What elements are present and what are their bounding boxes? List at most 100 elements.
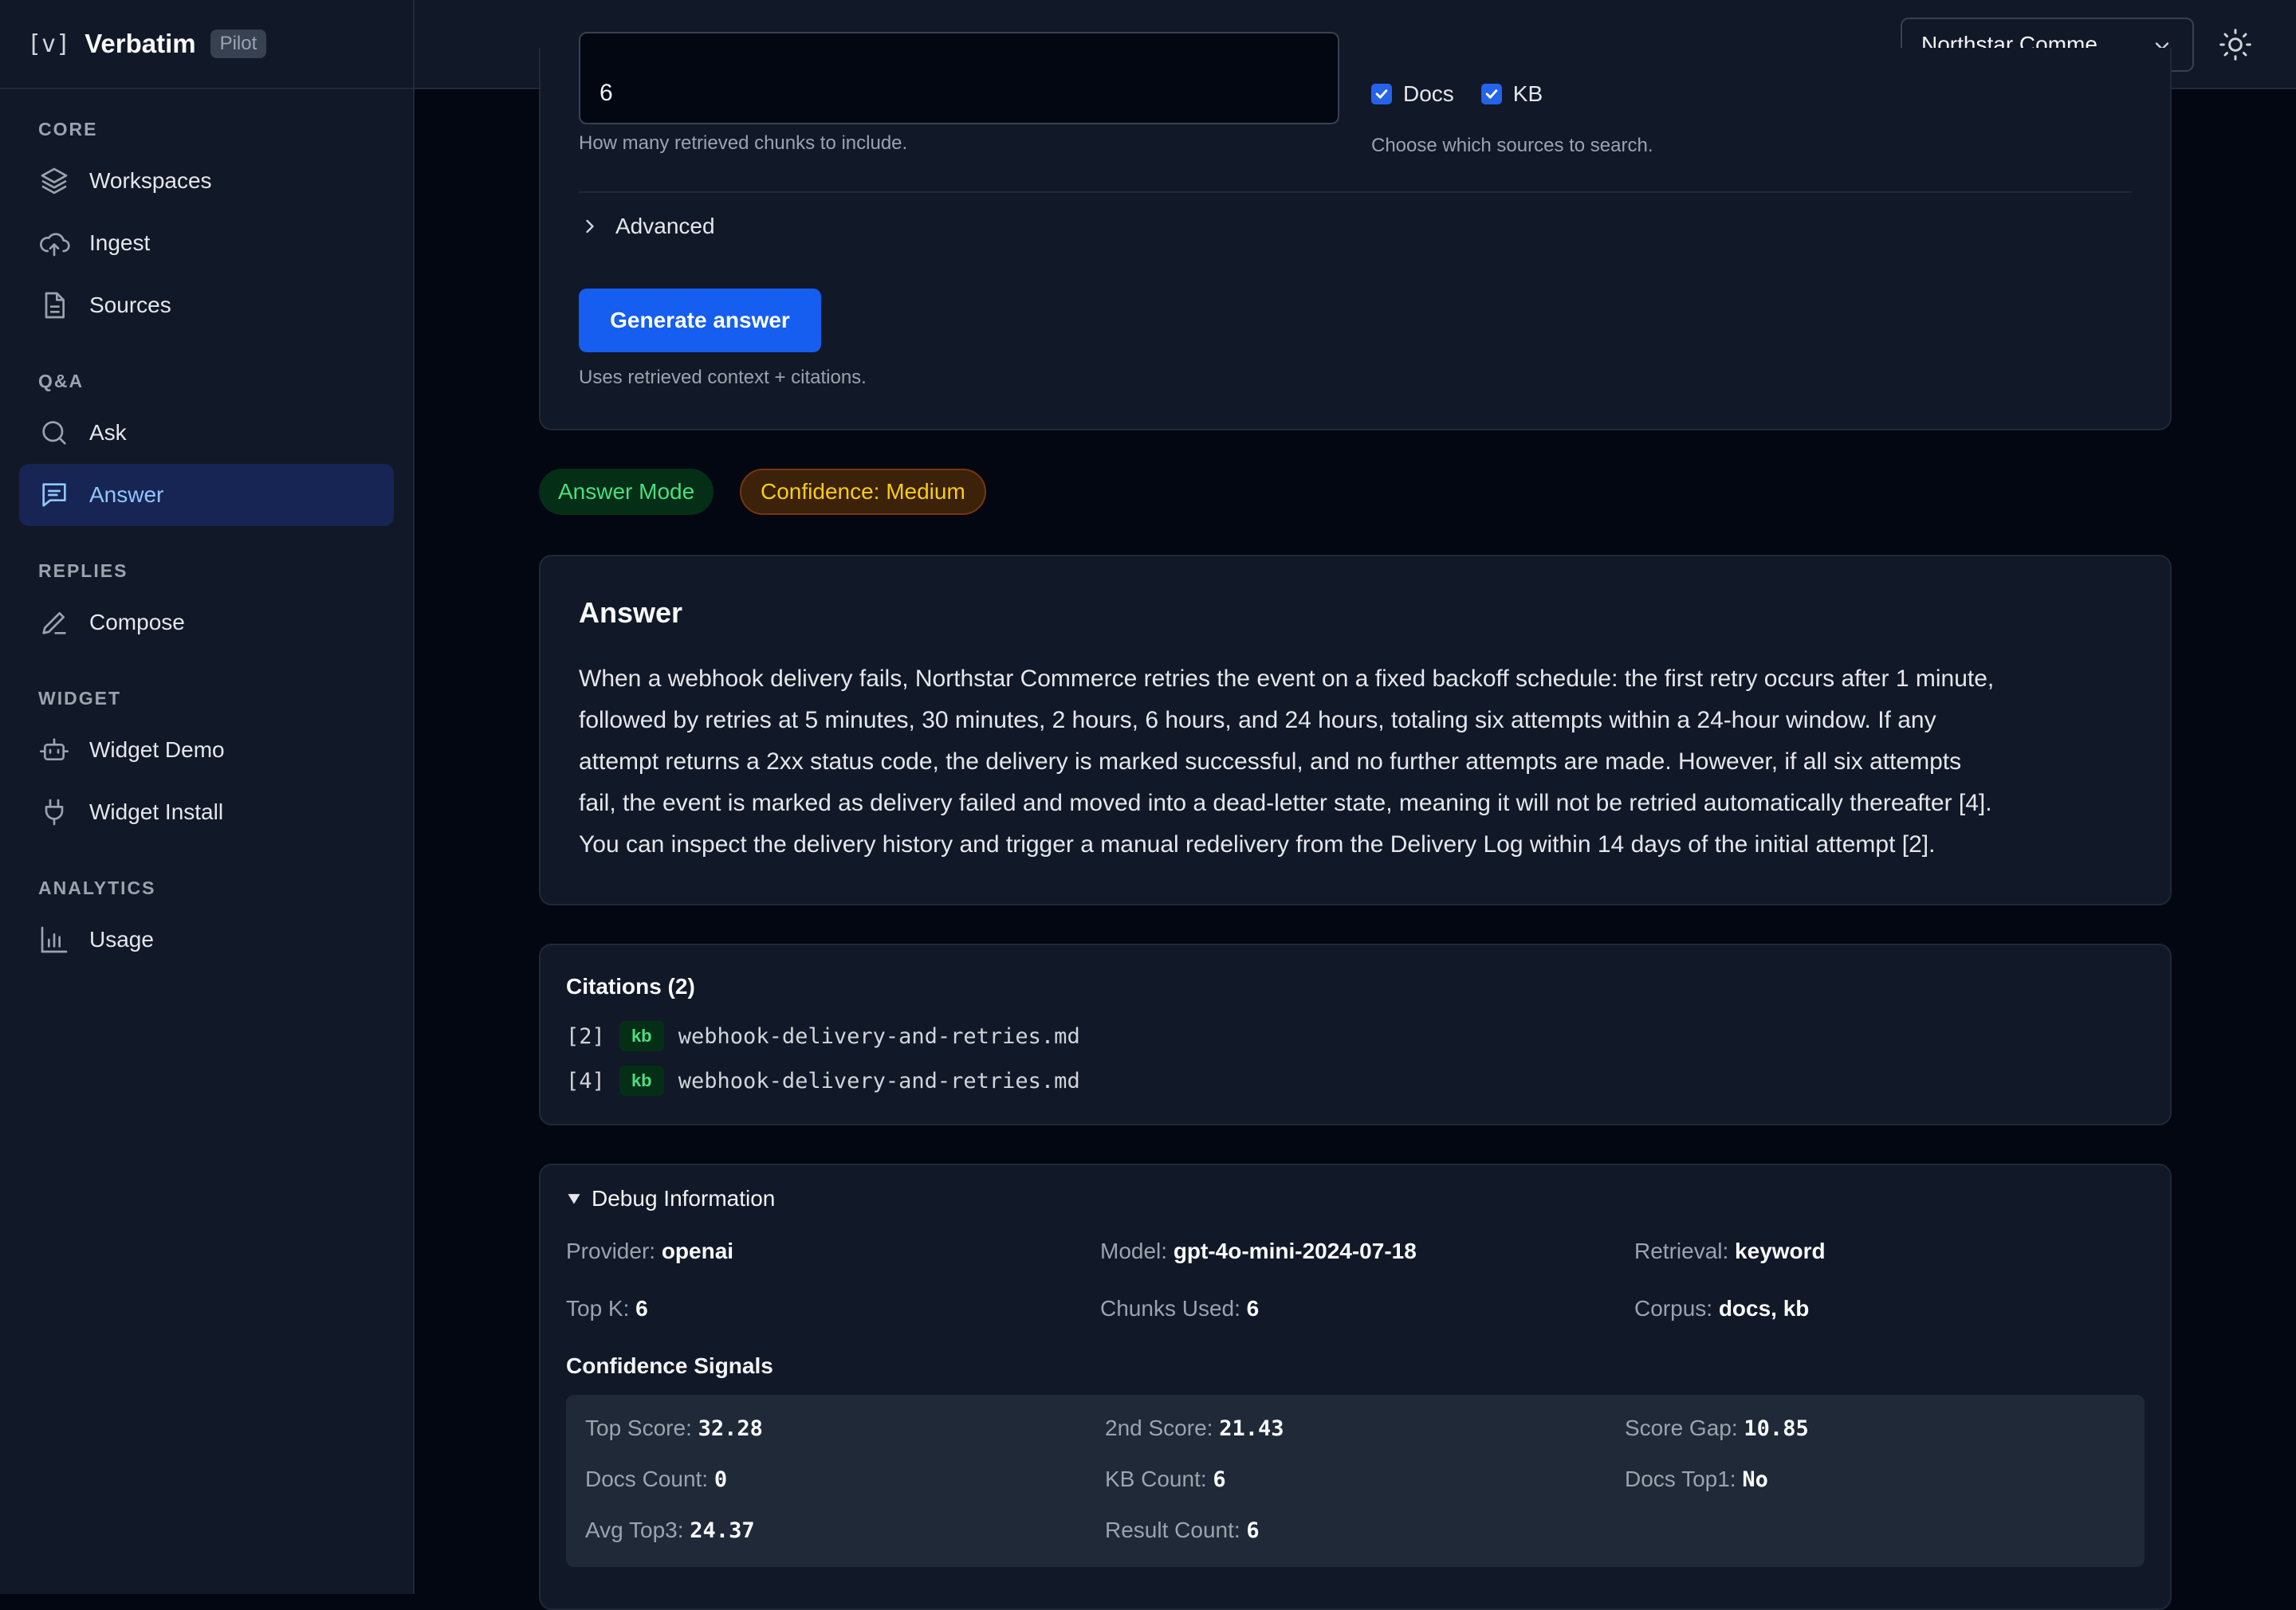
sidebar-item-widget-demo[interactable]: Widget Demo [19, 719, 394, 781]
brand-name: Verbatim [85, 29, 196, 58]
debug-value: 6 [635, 1296, 648, 1321]
source-checkbox-label: KB [1512, 81, 1543, 106]
source-checkbox-docs[interactable]: Docs [1371, 81, 1454, 107]
citation-ref: [2] [566, 1023, 605, 1049]
bot-icon [40, 738, 69, 760]
brand-badge: Pilot [210, 29, 267, 58]
debug-key: Chunks Used: [1100, 1296, 1240, 1321]
signal-key: Top Score: [585, 1416, 692, 1440]
sidebar-item-ingest[interactable]: Ingest [19, 212, 394, 274]
citation-file[interactable]: webhook-delivery-and-retries.md [678, 1024, 1080, 1049]
sidebar-item-label: Sources [89, 293, 171, 317]
sidebar-item-label: Compose [89, 610, 185, 634]
signal-key: Avg Top3: [585, 1518, 684, 1542]
debug-topk: Top K: 6 [566, 1296, 648, 1321]
brand[interactable]: [v] Verbatim Pilot [0, 0, 413, 89]
nav-section-qa: Q&A [38, 370, 85, 391]
sidebar-item-widget-install[interactable]: Widget Install [19, 781, 394, 843]
sidebar-item-compose[interactable]: Compose [19, 591, 394, 654]
generate-help: Uses retrieved context + citations. [579, 367, 867, 388]
topk-input[interactable]: 6 [579, 32, 1339, 124]
confidence-badge: Confidence: Medium [740, 469, 986, 515]
plug-icon [45, 799, 64, 826]
signal-key: KB Count: [1105, 1467, 1207, 1491]
bar-chart-icon [41, 926, 68, 953]
advanced-toggle[interactable]: Advanced [579, 214, 715, 239]
triangle-down-icon [568, 1194, 580, 1204]
sidebar-item-ask[interactable]: Ask [19, 402, 394, 464]
debug-provider: Provider: openai [566, 1239, 733, 1264]
debug-value: openai [661, 1239, 734, 1263]
chevron-right-icon [586, 219, 594, 234]
pen-icon [42, 612, 66, 634]
signal-score-gap: Score Gap: 10.85 [1625, 1416, 1809, 1441]
answer-line: When a webhook delivery fails, Northstar… [579, 666, 1995, 692]
debug-toggle[interactable]: Debug Information [566, 1186, 775, 1211]
sidebar-item-sources[interactable]: Sources [19, 274, 394, 336]
sidebar-item-usage[interactable]: Usage [19, 909, 394, 971]
sidebar-item-workspaces[interactable]: Workspaces [19, 150, 394, 212]
citation-ref: [4] [566, 1068, 605, 1094]
sources-help: Choose which sources to search. [1371, 135, 1653, 156]
nav-section-widget: WIDGET [38, 687, 121, 709]
sidebar-item-label: Widget Demo [89, 737, 225, 762]
signal-value: 21.43 [1219, 1416, 1284, 1441]
debug-model: Model: gpt-4o-mini-2024-07-18 [1100, 1239, 1417, 1264]
debug-key: Top K: [566, 1296, 630, 1321]
answer-card: Answer When a webhook delivery fails, No… [539, 555, 2172, 905]
source-checkboxes: Docs KB [1371, 81, 1543, 107]
citations-title: Citations (2) [566, 974, 695, 999]
citation-item[interactable]: [4] kb webhook-delivery-and-retries.md [566, 1058, 2145, 1103]
answer-line: You can inspect the delivery history and… [579, 831, 1936, 858]
source-checkbox-label: Docs [1403, 81, 1454, 106]
nav-section-analytics: ANALYTICS [38, 877, 156, 898]
signal-value: No [1742, 1467, 1768, 1492]
signal-value: 32.28 [698, 1416, 763, 1441]
signal-avg-top3: Avg Top3: 24.37 [585, 1518, 755, 1543]
debug-corpus: Corpus: docs, kb [1634, 1296, 1809, 1321]
signal-kb-count: KB Count: 6 [1105, 1467, 1226, 1492]
citation-item[interactable]: [2] kb webhook-delivery-and-retries.md [566, 1014, 2145, 1058]
source-checkbox-kb[interactable]: KB [1480, 81, 1543, 107]
document-icon [45, 292, 65, 319]
signal-value: 24.37 [690, 1518, 755, 1543]
message-icon [42, 483, 66, 507]
signal-key: Docs Count: [585, 1467, 709, 1491]
divider [579, 191, 2132, 193]
search-icon [42, 421, 66, 445]
signal-key: 2nd Score: [1105, 1416, 1213, 1440]
signal-value: 10.85 [1744, 1416, 1809, 1441]
signal-2nd-score: 2nd Score: 21.43 [1105, 1416, 1284, 1441]
signals-panel [566, 1395, 2145, 1567]
debug-chunks-used: Chunks Used: 6 [1100, 1296, 1259, 1321]
signal-value: 6 [1246, 1518, 1260, 1543]
signal-result-count: Result Count: 6 [1105, 1518, 1260, 1543]
sidebar-item-label: Workspaces [89, 168, 212, 193]
debug-key: Provider: [566, 1239, 656, 1263]
cloud-upload-icon [40, 233, 70, 257]
checkbox-checked-icon [1371, 84, 1392, 104]
nav-section-replies: REPLIES [38, 560, 128, 581]
debug-value: keyword [1735, 1239, 1826, 1263]
sun-icon[interactable] [2218, 27, 2253, 62]
citations-card: Citations (2) [2] kb webhook-delivery-an… [539, 944, 2172, 1125]
advanced-label: Advanced [615, 214, 715, 238]
signal-key: Result Count: [1105, 1518, 1240, 1542]
sidebar-item-answer[interactable]: Answer [19, 464, 394, 526]
layers-icon [41, 167, 68, 194]
checkbox-checked-icon [1480, 84, 1502, 104]
signal-docs-count: Docs Count: 0 [585, 1467, 727, 1492]
brand-mark: [v] [27, 29, 71, 58]
topk-help: How many retrieved chunks to include. [579, 132, 908, 154]
sidebar-item-label: Ask [89, 420, 127, 445]
signal-top-score: Top Score: 32.28 [585, 1416, 763, 1441]
debug-title: Debug Information [592, 1186, 776, 1211]
citation-file[interactable]: webhook-delivery-and-retries.md [678, 1069, 1080, 1094]
signal-key: Docs Top1: [1625, 1467, 1736, 1491]
debug-retrieval: Retrieval: keyword [1634, 1239, 1826, 1264]
answer-title: Answer [579, 596, 683, 629]
debug-value: docs, kb [1718, 1296, 1810, 1321]
generate-answer-button[interactable]: Generate answer [579, 289, 821, 352]
citation-tag: kb [619, 1021, 664, 1051]
answer-line: followed by retries at 5 minutes, 30 min… [579, 707, 1936, 733]
